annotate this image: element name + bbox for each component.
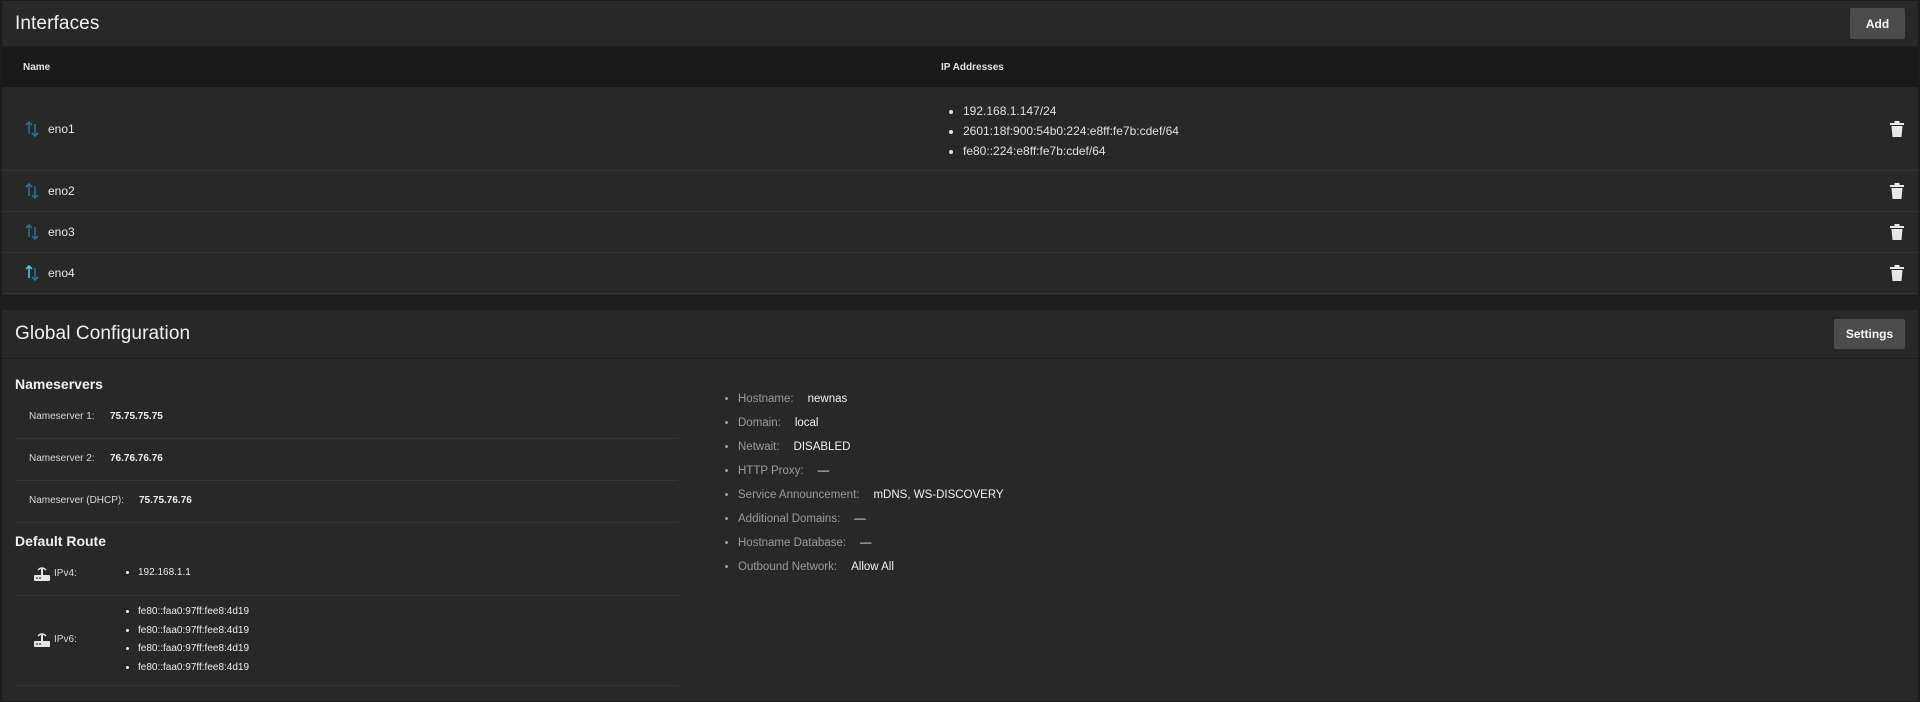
nameserver-row: Nameserver 1: 75.75.75.75 — [16, 397, 678, 439]
ipv6-route: fe80::faa0:97ff:fee8:4d19 — [138, 640, 249, 659]
setting-label: Service Announcement: — [738, 489, 860, 501]
default-route-ipv4-row: IPv4: 192.168.1.1 — [16, 552, 678, 596]
interfaces-title: Interfaces — [15, 12, 100, 34]
interface-name: eno2 — [48, 184, 75, 198]
global-configuration-header: Global Configuration Settings — [2, 310, 1918, 359]
setting-item-outbound-network: Outbound Network: Allow All — [738, 555, 1004, 579]
nameserver-label: Nameserver (DHCP): — [29, 495, 125, 506]
interface-name: eno4 — [48, 266, 75, 280]
setting-item-service-announcement: Service Announcement: mDNS, WS-DISCOVERY — [738, 483, 1004, 507]
ip-address-list: 192.168.1.147/24 2601:18f:900:54b0:224:e… — [963, 101, 1179, 161]
setting-label: Domain: — [738, 417, 781, 429]
ipv6-route: fe80::faa0:97ff:fee8:4d19 — [138, 603, 249, 622]
setting-value: newnas — [807, 393, 848, 405]
interface-row-eno3[interactable]: eno3 — [2, 212, 1918, 253]
ip-address: fe80::224:e8ff:fe7b:cdef/64 — [963, 141, 1179, 161]
router-icon — [34, 633, 50, 647]
ipv6-route: fe80::faa0:97ff:fee8:4d19 — [138, 659, 249, 678]
nameservers-title: Nameservers — [15, 376, 103, 392]
delete-icon[interactable] — [1890, 183, 1904, 199]
ip-address: 192.168.1.147/24 — [963, 101, 1179, 121]
nameserver-label: Nameserver 1: — [29, 411, 95, 422]
setting-value: local — [794, 417, 819, 429]
setting-label: Netwait: — [738, 441, 780, 453]
interface-row-eno4[interactable]: eno4 — [2, 253, 1918, 294]
setting-item-hostname-database: Hostname Database: — — [738, 531, 1004, 555]
nameserver-row: Nameserver (DHCP): 75.75.76.76 — [16, 481, 678, 523]
delete-icon[interactable] — [1890, 121, 1904, 137]
ipv6-label: IPv6: — [54, 634, 77, 645]
network-interface-icon — [25, 224, 39, 240]
delete-icon[interactable] — [1890, 224, 1904, 240]
default-route-title: Default Route — [15, 533, 106, 549]
nameserver-label: Nameserver 2: — [29, 453, 95, 464]
setting-label: Hostname: — [738, 393, 794, 405]
nameserver-value: 75.75.76.76 — [139, 495, 192, 506]
ipv6-route: fe80::faa0:97ff:fee8:4d19 — [138, 622, 249, 641]
column-header-name[interactable]: Name — [23, 62, 50, 73]
ip-address: 2601:18f:900:54b0:224:e8ff:fe7b:cdef/64 — [963, 121, 1179, 141]
nameserver-row: Nameserver 2: 76.76.76.76 — [16, 439, 678, 481]
setting-value: — — [860, 537, 872, 549]
interface-row-eno2[interactable]: eno2 — [2, 171, 1918, 212]
network-interface-icon — [25, 265, 39, 281]
ipv4-route: 192.168.1.1 — [138, 564, 191, 583]
default-route-ipv6-row: IPv6: fe80::faa0:97ff:fee8:4d19 fe80::fa… — [16, 596, 678, 686]
setting-item-hostname: Hostname: newnas — [738, 387, 1004, 411]
global-settings-list: Hostname: newnas Domain: local Netwait: DIS… — [738, 387, 1004, 579]
interface-row-eno1[interactable]: eno1 192.168.1.147/24 2601:18f:900:54b0:… — [2, 87, 1918, 171]
interface-name: eno1 — [48, 122, 75, 136]
setting-label: Hostname Database: — [738, 537, 847, 549]
setting-value: Allow All — [851, 561, 894, 573]
setting-item-http-proxy: HTTP Proxy: — — [738, 459, 1004, 483]
interface-name: eno3 — [48, 225, 75, 239]
interfaces-card: Interfaces Add Name IP Addresses eno1 19… — [1, 0, 1919, 296]
global-configuration-title: Global Configuration — [15, 323, 191, 344]
ipv4-label: IPv4: — [54, 568, 77, 579]
ipv6-route-list: fe80::faa0:97ff:fee8:4d19 fe80::faa0:97f… — [138, 603, 249, 677]
nameserver-value: 75.75.75.75 — [110, 411, 163, 422]
global-configuration-card: Global Configuration Settings Nameserver… — [1, 309, 1919, 702]
setting-label: HTTP Proxy: — [738, 465, 804, 477]
setting-item-netwait: Netwait: DISABLED — [738, 435, 1004, 459]
interfaces-table-header: Name IP Addresses — [2, 47, 1918, 87]
column-header-ip-addresses[interactable]: IP Addresses — [941, 62, 1004, 73]
setting-value: — — [817, 465, 830, 477]
setting-value: DISABLED — [793, 441, 851, 453]
nameserver-value: 76.76.76.76 — [110, 453, 163, 464]
add-button[interactable]: Add — [1850, 8, 1905, 39]
setting-item-additional-domains: Additional Domains: — — [738, 507, 1004, 531]
ipv4-route-list: 192.168.1.1 — [138, 564, 191, 583]
setting-item-domain: Domain: local — [738, 411, 1004, 435]
setting-value: mDNS, WS-DISCOVERY — [873, 489, 1004, 501]
settings-button[interactable]: Settings — [1834, 319, 1905, 349]
setting-value: — — [854, 513, 866, 525]
setting-label: Outbound Network: — [738, 561, 838, 573]
network-interface-icon — [25, 121, 39, 137]
router-icon — [34, 567, 50, 581]
interfaces-header: Interfaces Add — [2, 1, 1918, 47]
delete-icon[interactable] — [1890, 265, 1904, 281]
setting-label: Additional Domains: — [738, 513, 841, 525]
network-interface-icon — [25, 183, 39, 199]
